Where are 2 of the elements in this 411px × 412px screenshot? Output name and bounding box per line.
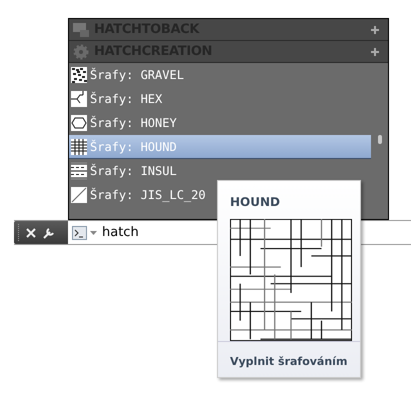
- tooltip-footer: Vyplnit šrafováním: [230, 355, 348, 368]
- tooltip-title: HOUND: [230, 194, 281, 211]
